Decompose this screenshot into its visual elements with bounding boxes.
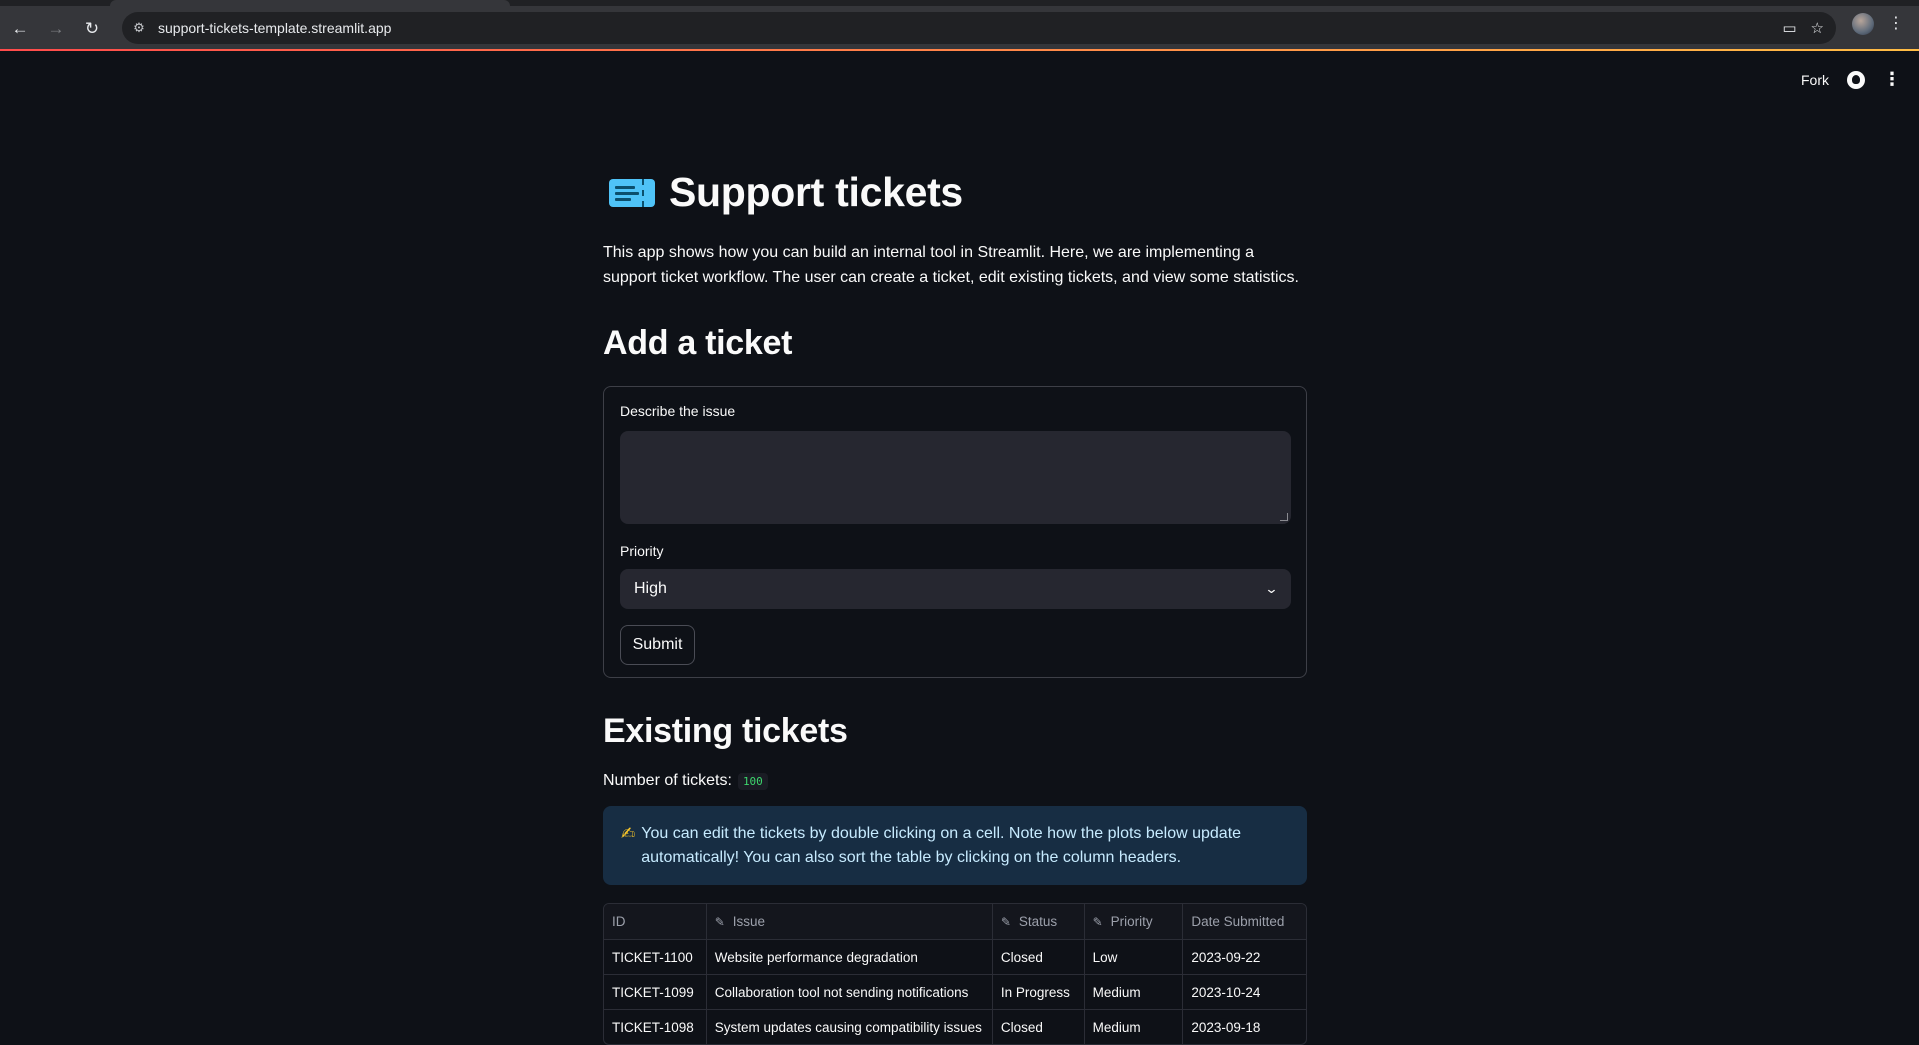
column-header-date-submitted[interactable]: Date Submitted [1182, 904, 1306, 939]
info-text: You can edit the tickets by double click… [641, 825, 1242, 866]
chevron-down-icon: ⌄ [1264, 581, 1279, 596]
table-cell-status[interactable]: Closed [991, 940, 1084, 974]
app-header: Fork ⋮ [0, 51, 1919, 109]
add-ticket-heading: Add a ticket [603, 324, 793, 362]
ticket-icon [609, 175, 655, 209]
table-cell-date[interactable]: 2023-09-18 [1182, 1010, 1306, 1044]
priority-label: Priority [620, 543, 664, 559]
table-cell-issue[interactable]: Collaboration tool not sending notificat… [705, 975, 992, 1009]
bookmark-star-icon[interactable]: ☆ [1811, 19, 1824, 37]
priority-selected-value: High [634, 580, 667, 597]
back-icon[interactable]: ← [4, 13, 36, 45]
profile-avatar[interactable] [1852, 13, 1874, 35]
fork-button[interactable]: Fork [1801, 72, 1829, 88]
table-row: TICKET-1099 Collaboration tool not sendi… [604, 974, 1306, 1009]
page-title: Support tickets [669, 168, 963, 215]
column-header-priority[interactable]: ✎ Priority [1083, 904, 1183, 939]
table-cell-issue[interactable]: System updates causing compatibility iss… [705, 1010, 992, 1044]
writing-hand-icon: ✍ [621, 824, 636, 843]
priority-select[interactable]: High ⌄ [620, 569, 1291, 609]
table-header-row: ID ✎ Issue ✎ Status ✎ Priority Date Submitt… [604, 904, 1306, 939]
table-cell-date[interactable]: 2023-09-22 [1182, 940, 1306, 974]
add-ticket-form: Describe the issue Priority High ⌄ Submi… [603, 386, 1307, 678]
table-cell-status[interactable]: In Progress [991, 975, 1084, 1009]
table-cell-status[interactable]: Closed [991, 1010, 1084, 1044]
address-bar[interactable]: ⚙ support-tickets-template.streamlit.app… [122, 12, 1836, 44]
table-cell-id[interactable]: TICKET-1100 [604, 940, 706, 974]
table-cell-id[interactable]: TICKET-1099 [604, 975, 706, 1009]
column-header-status[interactable]: ✎ Status [991, 904, 1084, 939]
table-row: TICKET-1098 System updates causing compa… [604, 1009, 1306, 1044]
ticket-count-row: Number of tickets: 100 [603, 772, 1307, 790]
issue-textarea[interactable] [620, 431, 1291, 524]
column-header-issue[interactable]: ✎ Issue [705, 904, 992, 939]
browser-toolbar: ← → ↻ ⚙ support-tickets-template.streaml… [0, 6, 1919, 51]
editable-column-icon: ✎ [1000, 914, 1011, 929]
column-header-id[interactable]: ID [604, 904, 706, 939]
table-cell-id[interactable]: TICKET-1098 [604, 1010, 706, 1044]
table-cell-priority[interactable]: Medium [1083, 1010, 1183, 1044]
existing-tickets-heading: Existing tickets [603, 712, 848, 750]
table-cell-priority[interactable]: Low [1083, 940, 1183, 974]
tickets-table: ID ✎ Issue ✎ Status ✎ Priority Date Submitt… [603, 903, 1307, 1045]
ticket-count-value: 100 [737, 772, 768, 790]
browser-menu-icon[interactable]: ⋮ [1888, 13, 1904, 33]
site-info-icon[interactable]: ⚙ [122, 12, 156, 44]
table-cell-priority[interactable]: Medium [1083, 975, 1183, 1009]
browser-bar: ← → ↻ ⚙ support-tickets-template.streaml… [0, 0, 1919, 51]
issue-label: Describe the issue [620, 403, 736, 419]
app-menu-icon[interactable]: ⋮ [1883, 69, 1901, 90]
intro-text: This app shows how you can build an inte… [603, 244, 1299, 286]
title-row: Support tickets [603, 160, 1307, 224]
table-cell-issue[interactable]: Website performance degradation [705, 940, 992, 974]
editable-column-icon: ✎ [1092, 914, 1103, 929]
forward-icon[interactable]: → [40, 13, 72, 45]
install-app-icon[interactable]: ▭ [1782, 19, 1796, 37]
ticket-count-label: Number of tickets: [603, 772, 732, 789]
table-cell-date[interactable]: 2023-10-24 [1182, 975, 1306, 1009]
main-content: Support tickets This app shows how you c… [603, 160, 1307, 1045]
submit-button[interactable]: Submit [620, 625, 695, 665]
github-icon[interactable] [1847, 70, 1865, 89]
reload-icon[interactable]: ↻ [76, 13, 108, 45]
table-row: TICKET-1100 Website performance degradat… [604, 939, 1306, 974]
editable-column-icon: ✎ [714, 914, 725, 929]
url-text[interactable]: support-tickets-template.streamlit.app [158, 20, 391, 36]
info-callout: ✍ You can edit the tickets by double cli… [603, 806, 1307, 885]
